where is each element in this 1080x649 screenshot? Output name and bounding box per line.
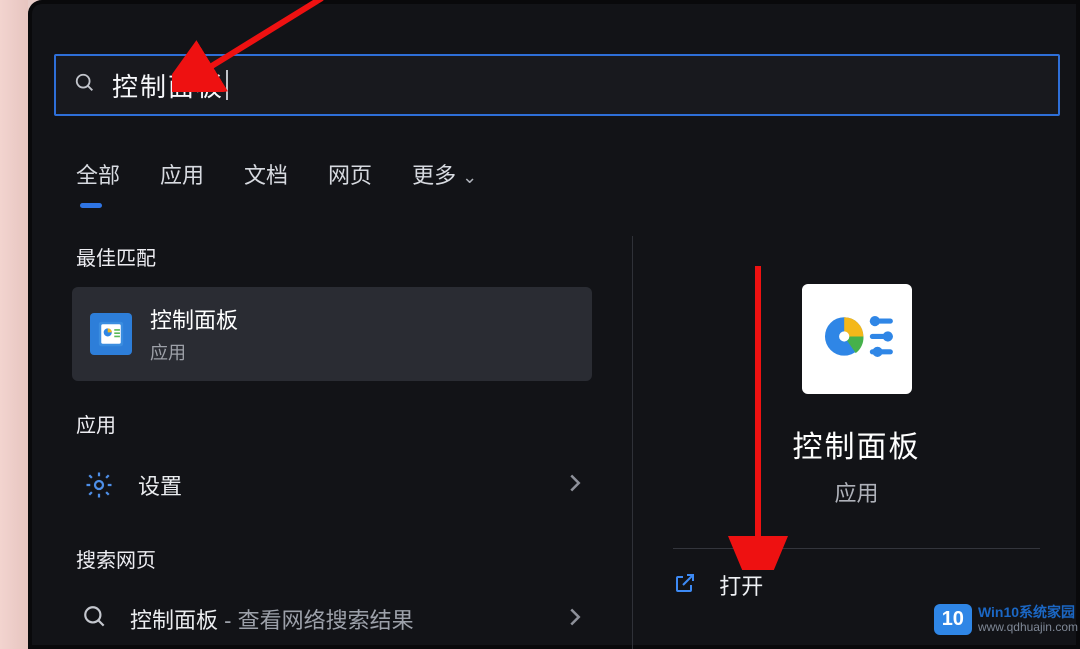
watermark-line1: Win10系统家园 bbox=[978, 605, 1078, 620]
open-label: 打开 bbox=[719, 569, 763, 601]
section-apps: 应用 bbox=[76, 409, 592, 438]
chevron-right-icon bbox=[568, 607, 582, 632]
best-match-subtitle: 应用 bbox=[150, 339, 238, 365]
surrounding-background bbox=[0, 0, 28, 649]
chevron-down-icon: ⌄ bbox=[462, 167, 477, 187]
result-web-label: 控制面板 - 查看网络搜索结果 bbox=[130, 603, 414, 635]
tab-more[interactable]: 更多⌄ bbox=[412, 158, 477, 204]
watermark: 10 Win10系统家园 www.qdhuajin.com bbox=[934, 604, 1078, 635]
tab-all[interactable]: 全部 bbox=[76, 158, 120, 204]
search-panel: 控制面板 全部 应用 文档 网页 更多⌄ 最佳匹配 控制面板 应用 应用 bbox=[28, 0, 1080, 649]
tab-apps[interactable]: 应用 bbox=[160, 158, 204, 204]
control-panel-big-icon bbox=[802, 284, 912, 394]
watermark-line2: www.qdhuajin.com bbox=[978, 621, 1078, 634]
results-column: 最佳匹配 控制面板 应用 应用 设置 搜索网页 bbox=[72, 232, 592, 649]
best-match-title: 控制面板 bbox=[150, 303, 238, 335]
result-settings[interactable]: 设置 bbox=[72, 454, 592, 516]
best-match-item[interactable]: 控制面板 应用 bbox=[72, 287, 592, 381]
detail-subtitle: 应用 bbox=[834, 476, 878, 508]
tab-web[interactable]: 网页 bbox=[328, 158, 372, 204]
result-web-search[interactable]: 控制面板 - 查看网络搜索结果 bbox=[72, 589, 592, 649]
control-panel-icon bbox=[90, 313, 132, 355]
filter-tabs: 全部 应用 文档 网页 更多⌄ bbox=[76, 158, 477, 204]
section-web: 搜索网页 bbox=[76, 544, 592, 573]
detail-pane: 控制面板 应用 打开 bbox=[632, 236, 1080, 649]
gear-icon bbox=[82, 468, 116, 502]
tab-docs[interactable]: 文档 bbox=[244, 158, 288, 204]
chevron-right-icon bbox=[568, 473, 582, 498]
open-external-icon bbox=[673, 571, 697, 600]
search-bar[interactable]: 控制面板 bbox=[54, 54, 1060, 116]
detail-title: 控制面板 bbox=[793, 422, 921, 466]
section-best-match: 最佳匹配 bbox=[76, 242, 592, 271]
search-icon bbox=[82, 604, 108, 635]
result-settings-label: 设置 bbox=[138, 469, 182, 501]
watermark-badge: 10 bbox=[934, 604, 972, 635]
